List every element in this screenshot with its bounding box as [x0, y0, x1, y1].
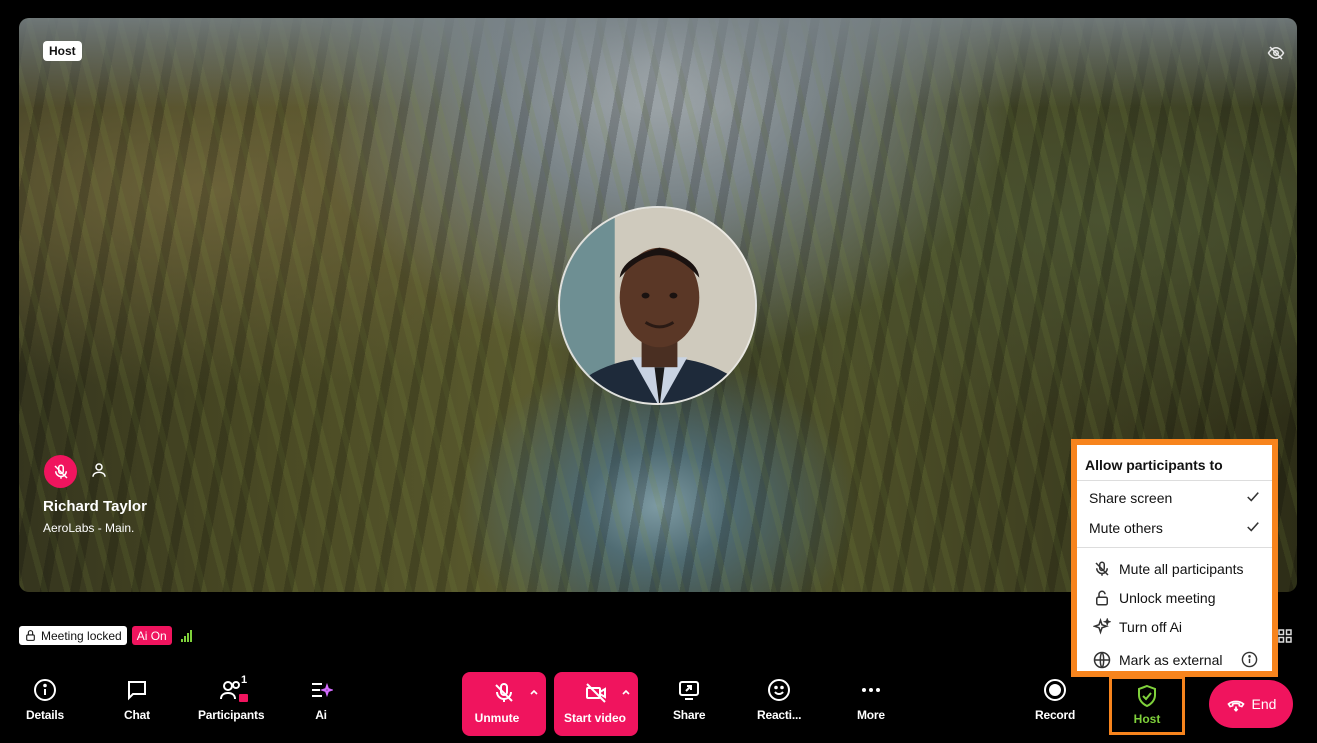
record-label: Record — [1035, 708, 1076, 722]
participant-org: AeroLabs - Main. — [43, 521, 135, 535]
sparkle-icon — [1093, 617, 1111, 635]
participants-button[interactable]: 1 Participants — [198, 674, 265, 722]
end-meeting-button[interactable]: End — [1209, 680, 1293, 728]
host-label: Host — [1133, 712, 1161, 726]
turn-off-ai-label: Turn off Ai — [1119, 618, 1183, 635]
participant-avatar — [558, 206, 757, 405]
more-button[interactable]: More — [857, 678, 885, 722]
unlock-icon — [1096, 590, 1108, 605]
unmute-label: Unmute — [474, 711, 520, 725]
host-menu-highlight: Allow participants to Share screen Mute … — [1071, 439, 1278, 677]
more-label: More — [857, 708, 885, 722]
lock-icon — [26, 630, 35, 641]
mute-others-label: Mute others — [1089, 520, 1163, 536]
signal-strength-icon — [180, 629, 192, 642]
chat-label: Chat — [124, 708, 150, 722]
ai-label: Ai — [315, 708, 327, 722]
record-icon — [1044, 679, 1067, 701]
grid-view-icon[interactable] — [1276, 627, 1294, 645]
mic-off-icon — [1095, 561, 1109, 576]
share-screen-label: Share screen — [1089, 490, 1173, 506]
participants-label: Participants — [198, 708, 265, 722]
share-label: Share — [673, 708, 706, 722]
participant-name: Richard Taylor — [43, 498, 147, 515]
end-label: End — [1251, 696, 1277, 712]
checkmark-icon — [1247, 492, 1259, 502]
mute-all-participants-item[interactable]: Mute all participants — [1077, 554, 1272, 583]
host-button[interactable]: Host — [1109, 676, 1185, 735]
ai-on-badge: Ai On — [131, 626, 172, 645]
reactions-button[interactable]: Reacti... — [757, 678, 801, 722]
host-tag: Host — [43, 41, 82, 61]
mic-off-icon — [495, 683, 513, 702]
mute-all-label: Mute all participants — [1119, 560, 1244, 577]
person-icon — [92, 463, 106, 477]
chevron-up-icon[interactable] — [529, 687, 539, 697]
mute-others-toggle[interactable]: Mute others — [1077, 513, 1272, 543]
share-button[interactable]: Share — [673, 678, 706, 722]
reactions-label: Reacti... — [757, 708, 802, 722]
meeting-locked-label: Meeting locked — [41, 628, 122, 643]
checkmark-icon — [1247, 522, 1259, 532]
end-call-icon — [1226, 700, 1245, 712]
mark-as-external-item[interactable]: Mark as external — [1077, 645, 1272, 674]
details-button[interactable]: Details — [26, 678, 64, 722]
meeting-status-row: Meeting locked Ai On — [19, 626, 192, 645]
details-label: Details — [26, 708, 64, 722]
menu-divider — [1077, 547, 1272, 548]
smiley-icon — [768, 679, 791, 701]
share-screen-icon — [679, 681, 700, 700]
avatar-portrait-icon — [560, 208, 755, 403]
more-dots-icon — [861, 688, 880, 692]
unlock-meeting-item[interactable]: Unlock meeting — [1077, 583, 1272, 612]
meeting-locked-badge: Meeting locked — [19, 626, 127, 645]
start-video-button[interactable]: Start video — [554, 672, 638, 736]
video-off-icon — [586, 683, 606, 703]
start-video-label: Start video — [563, 711, 626, 725]
turn-off-ai-item[interactable]: Turn off Ai — [1077, 612, 1272, 641]
ai-button[interactable]: Ai — [309, 678, 333, 722]
shield-check-icon — [1138, 684, 1156, 708]
hide-self-view-icon[interactable] — [1267, 44, 1285, 62]
locked-indicator-icon — [239, 694, 249, 702]
mark-as-external-label: Mark as external — [1119, 651, 1223, 668]
unlock-meeting-label: Unlock meeting — [1119, 589, 1216, 606]
share-screen-toggle[interactable]: Share screen — [1077, 483, 1272, 513]
ai-sparkle-list-icon — [312, 682, 333, 698]
unmute-button[interactable]: Unmute — [462, 672, 546, 736]
globe-icon — [1093, 651, 1111, 668]
participant-mic-muted-icon — [44, 455, 77, 488]
participants-count: 1 — [241, 674, 248, 686]
info-icon — [33, 679, 56, 701]
info-icon[interactable] — [1241, 651, 1258, 668]
chat-button[interactable]: Chat — [124, 678, 150, 722]
chevron-up-icon[interactable] — [621, 687, 631, 697]
host-menu-title: Allow participants to — [1077, 445, 1272, 481]
host-menu: Allow participants to Share screen Mute … — [1077, 445, 1272, 671]
chat-icon — [127, 681, 146, 701]
record-button[interactable]: Record — [1035, 678, 1075, 722]
